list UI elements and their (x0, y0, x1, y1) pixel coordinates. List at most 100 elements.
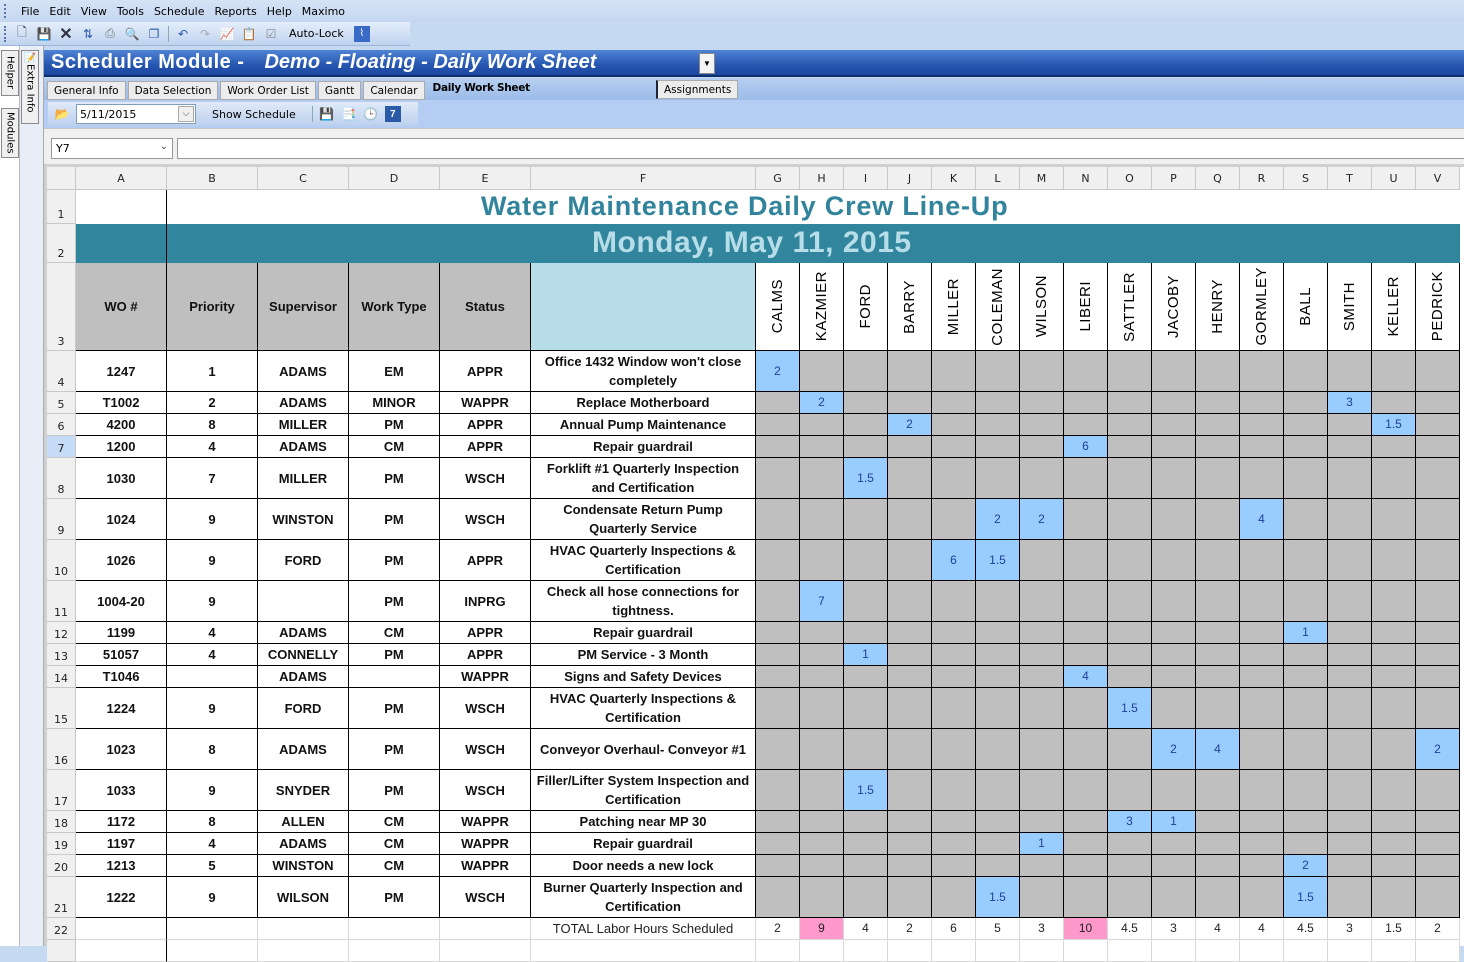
hours-cell[interactable] (844, 499, 888, 540)
menu-edit[interactable]: Edit (44, 5, 75, 18)
hours-cell[interactable] (1152, 644, 1196, 666)
hours-cell[interactable] (932, 666, 976, 688)
hours-cell[interactable] (976, 581, 1020, 622)
hours-cell[interactable] (1240, 811, 1284, 833)
hours-cell[interactable] (1416, 644, 1460, 666)
hours-cell[interactable] (888, 581, 932, 622)
hours-cell[interactable] (1020, 770, 1064, 811)
column-header-n[interactable]: N (1064, 167, 1108, 190)
cell-desc[interactable]: Condensate Return Pump Quarterly Service (531, 499, 756, 540)
cell-work-type[interactable]: PM (349, 770, 440, 811)
hours-cell[interactable] (844, 622, 888, 644)
cell-wo[interactable]: 1247 (76, 351, 167, 392)
export-icon[interactable]: 📑 (341, 106, 357, 122)
hours-cell[interactable] (1152, 414, 1196, 436)
cell-priority[interactable]: 9 (167, 688, 258, 729)
hours-cell[interactable] (800, 770, 844, 811)
hours-cell[interactable] (756, 644, 800, 666)
hours-cell[interactable] (1240, 770, 1284, 811)
hours-cell[interactable] (1284, 458, 1328, 499)
hours-cell[interactable] (1108, 666, 1152, 688)
hours-cell[interactable] (1020, 644, 1064, 666)
extra-info-tab[interactable]: 📝 Extra Info (21, 50, 39, 124)
hours-cell[interactable] (756, 666, 800, 688)
row-header-3[interactable]: 3 (47, 263, 76, 351)
hours-cell[interactable] (1284, 436, 1328, 458)
hours-cell[interactable] (1416, 499, 1460, 540)
assigned-hours-cell[interactable]: 3 (1328, 392, 1372, 414)
hours-cell[interactable] (976, 622, 1020, 644)
assigned-hours-cell[interactable]: 1 (1284, 622, 1328, 644)
hours-cell[interactable] (1064, 833, 1108, 855)
cell-work-type[interactable]: CM (349, 811, 440, 833)
tab-data-selection[interactable]: Data Selection (127, 81, 219, 100)
hours-cell[interactable] (1416, 581, 1460, 622)
hours-cell[interactable] (888, 666, 932, 688)
hours-cell[interactable] (1328, 666, 1372, 688)
new-icon[interactable]: 🗋 (14, 25, 30, 42)
hours-cell[interactable] (1196, 351, 1240, 392)
hours-cell[interactable] (888, 622, 932, 644)
cell-status[interactable]: APPR (440, 436, 531, 458)
cell-status[interactable]: APPR (440, 644, 531, 666)
column-header-o[interactable]: O (1108, 167, 1152, 190)
chart-icon[interactable]: 📈 (219, 26, 235, 42)
empty-cell[interactable] (531, 940, 756, 962)
total-hours-jacoby[interactable]: 3 (1152, 918, 1196, 940)
hours-cell[interactable] (1284, 351, 1328, 392)
hours-cell[interactable] (1152, 833, 1196, 855)
row-header-15[interactable]: 15 (47, 688, 76, 729)
cell-desc[interactable]: Repair guardrail (531, 436, 756, 458)
hours-cell[interactable] (1196, 622, 1240, 644)
hours-cell[interactable] (800, 877, 844, 918)
empty-cell[interactable] (440, 940, 531, 962)
hours-cell[interactable] (756, 833, 800, 855)
cell-wo[interactable]: 1004-20 (76, 581, 167, 622)
cell-wo[interactable]: T1046 (76, 666, 167, 688)
column-header-f[interactable]: F (531, 167, 756, 190)
empty-cell[interactable] (76, 940, 167, 962)
menu-help[interactable]: Help (262, 5, 297, 18)
hours-cell[interactable] (888, 540, 932, 581)
hours-cell[interactable] (1020, 622, 1064, 644)
cell-wo[interactable]: 1026 (76, 540, 167, 581)
hours-cell[interactable] (1152, 458, 1196, 499)
empty-cell[interactable] (1064, 940, 1108, 962)
hours-cell[interactable] (1108, 877, 1152, 918)
calendar-icon[interactable]: 7 (384, 106, 401, 122)
row-header-23[interactable] (47, 940, 76, 962)
hours-cell[interactable] (976, 392, 1020, 414)
hours-cell[interactable] (1328, 499, 1372, 540)
empty-cell[interactable] (1152, 940, 1196, 962)
total-hours-ball[interactable]: 4.5 (1284, 918, 1328, 940)
cell-priority[interactable]: 9 (167, 581, 258, 622)
hours-cell[interactable] (1328, 855, 1372, 877)
cell-priority[interactable]: 8 (167, 414, 258, 436)
empty-cell[interactable] (800, 940, 844, 962)
hours-cell[interactable] (1196, 855, 1240, 877)
cell-supervisor[interactable]: ADAMS (258, 436, 349, 458)
cell-wo[interactable]: 1023 (76, 729, 167, 770)
hours-cell[interactable] (800, 540, 844, 581)
row-header-8[interactable]: 8 (47, 458, 76, 499)
hours-cell[interactable] (1020, 877, 1064, 918)
cell-desc[interactable]: Check all hose connections for tightness… (531, 581, 756, 622)
hours-cell[interactable] (1020, 581, 1064, 622)
hours-cell[interactable] (844, 729, 888, 770)
cell-desc[interactable]: Annual Pump Maintenance (531, 414, 756, 436)
cell-status[interactable]: APPR (440, 351, 531, 392)
menu-view[interactable]: View (76, 5, 112, 18)
menu-grip[interactable] (4, 4, 10, 18)
hours-cell[interactable] (1416, 688, 1460, 729)
save-icon[interactable]: 💾 (36, 26, 52, 42)
cell-priority[interactable]: 9 (167, 540, 258, 581)
cell-work-type[interactable]: EM (349, 351, 440, 392)
cell-desc[interactable]: Conveyor Overhaul- Conveyor #1 (531, 729, 756, 770)
cell-status[interactable]: WSCH (440, 770, 531, 811)
cell-supervisor[interactable]: ADAMS (258, 729, 349, 770)
assigned-hours-cell[interactable]: 7 (800, 581, 844, 622)
cell-priority[interactable]: 9 (167, 770, 258, 811)
cell-wo[interactable]: 1222 (76, 877, 167, 918)
hours-cell[interactable] (1064, 811, 1108, 833)
hours-cell[interactable] (800, 729, 844, 770)
